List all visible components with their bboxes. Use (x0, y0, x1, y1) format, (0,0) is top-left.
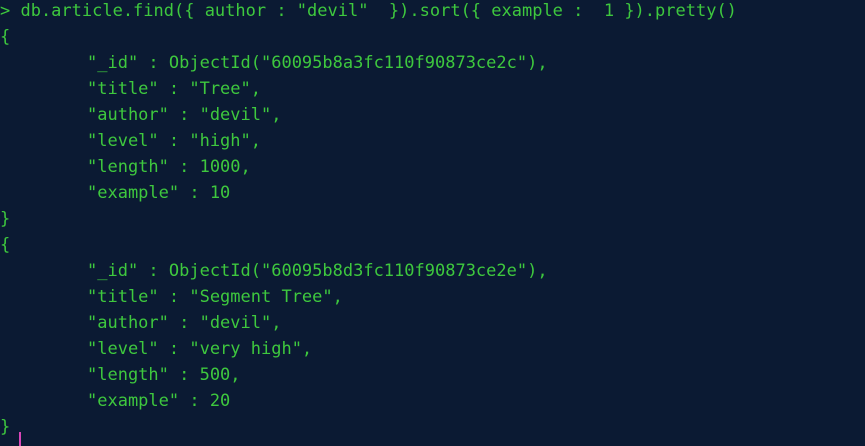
text-cursor (19, 432, 21, 446)
document-1-length-field: "length" : 1000, (87, 157, 251, 177)
document-2-length-field: "length" : 500, (87, 365, 241, 385)
document-2-open-brace: { (0, 235, 11, 255)
document-2-example-field: "example" : 20 (87, 391, 231, 411)
document-2-level-field: "level" : "very high", (87, 339, 313, 359)
document-1-level-field: "level" : "high", (87, 131, 261, 151)
document-2-title-field: "title" : "Segment Tree", (87, 287, 343, 307)
document-1-title-field: "title" : "Tree", (87, 79, 261, 99)
document-1-open-brace: { (0, 27, 11, 47)
document-2-author-field: "author" : "devil", (87, 313, 282, 333)
command-line: > db.article.find({ author : "devil" }).… (0, 1, 737, 21)
document-1-example-field: "example" : 10 (87, 183, 231, 203)
document-2-close-brace: } (0, 417, 11, 437)
terminal-window[interactable]: > db.article.find({ author : "devil" }).… (0, 0, 865, 446)
document-1-id-field: "_id" : ObjectId("60095b8a3fc110f90873ce… (87, 53, 548, 73)
document-1-close-brace: } (0, 209, 11, 229)
document-1-author-field: "author" : "devil", (87, 105, 282, 125)
document-2-id-field: "_id" : ObjectId("60095b8d3fc110f90873ce… (87, 261, 548, 281)
